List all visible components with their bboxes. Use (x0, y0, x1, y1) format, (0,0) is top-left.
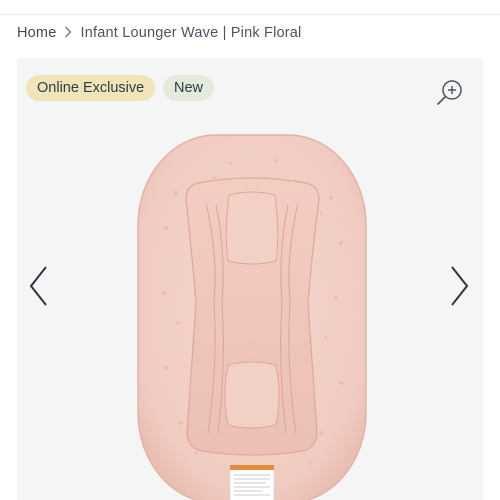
chevron-left-icon[interactable] (26, 263, 50, 309)
product-image (136, 133, 368, 500)
zoom-in-icon[interactable] (435, 78, 465, 108)
product-page: Home Infant Lounger Wave | Pink Floral O… (0, 0, 500, 500)
product-image-gallery: Online Exclusive New (17, 58, 483, 500)
new-badge: New (163, 75, 215, 101)
header-divider (0, 14, 500, 15)
chevron-right-icon (64, 25, 72, 41)
online-exclusive-badge: Online Exclusive (26, 75, 156, 101)
chevron-right-icon[interactable] (448, 263, 472, 309)
breadcrumb-home-link[interactable]: Home (17, 25, 56, 41)
breadcrumb: Home Infant Lounger Wave | Pink Floral (17, 24, 301, 42)
breadcrumb-current: Infant Lounger Wave | Pink Floral (80, 25, 302, 41)
